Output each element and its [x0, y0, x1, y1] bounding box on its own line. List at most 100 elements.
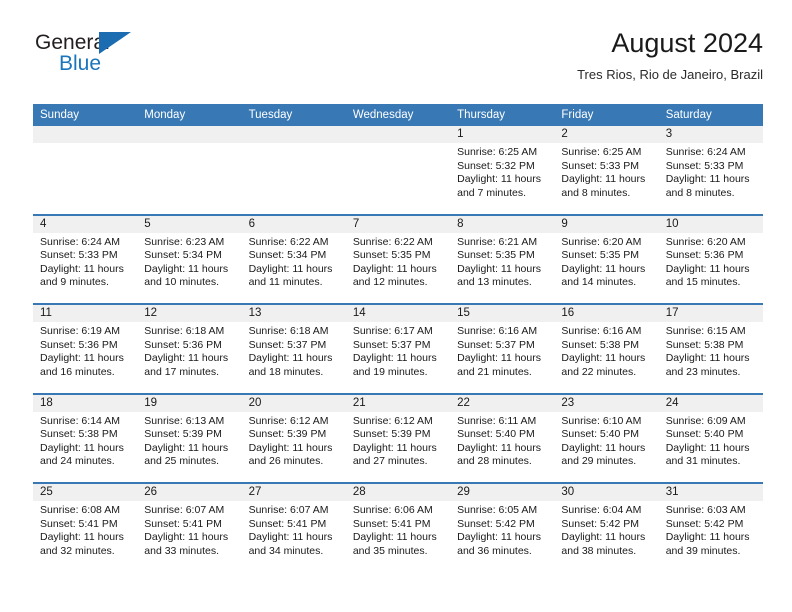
sunrise-text: Sunrise: 6:14 AM — [40, 414, 120, 427]
sunset-text: Sunset: 5:38 PM — [561, 338, 640, 351]
sunrise-text: Sunrise: 6:25 AM — [561, 146, 642, 158]
day-details: Sunrise: 6:23 AM Sunset: 5:34 PM Daylight:… — [137, 233, 241, 290]
day-details: Sunrise: 6:03 AM Sunset: 5:42 PM Daylight:… — [659, 501, 763, 558]
sunrise-text: Sunrise: 6:04 AM — [561, 504, 642, 516]
daylight-text: Daylight: 11 hours and 35 minutes. — [352, 531, 437, 557]
day-number: 13 — [241, 305, 346, 322]
day-number: 20 — [241, 394, 346, 412]
daylight-text: Daylight: 11 hours and 22 minutes. — [561, 352, 646, 378]
day-number: 12 — [137, 305, 242, 322]
sunrise-text: Sunrise: 6:16 AM — [561, 325, 642, 337]
calendar-day-cell[interactable]: 17 Sunrise: 6:15 AM Sunset: 5:38 PM Dayligh… — [658, 305, 763, 393]
sunset-text: Sunset: 5:40 PM — [665, 428, 744, 441]
sunset-text: Sunset: 5:40 PM — [457, 428, 535, 441]
sunrise-text: Sunrise: 6:10 AM — [561, 414, 642, 427]
calendar-day-cell[interactable]: 26 Sunrise: 6:07 AM Sunset: 5:41 PM Dayligh… — [137, 484, 242, 574]
calendar-day-cell[interactable]: 31 Sunrise: 6:03 AM Sunset: 5:42 PM Dayligh… — [658, 484, 763, 574]
day-details: Sunrise: 6:22 AM Sunset: 5:35 PM Daylight:… — [346, 233, 450, 290]
daylight-text: Daylight: 11 hours and 18 minutes. — [248, 352, 333, 378]
sunrise-text: Sunrise: 6:07 AM — [248, 504, 329, 516]
day-details: Sunrise: 6:18 AM Sunset: 5:36 PM Daylight:… — [137, 322, 241, 379]
calendar-day-cell[interactable]: 4 Sunrise: 6:24 AM Sunset: 5:33 PM Daylight… — [33, 215, 138, 303]
calendar-day-cell[interactable]: 29 Sunrise: 6:05 AM Sunset: 5:42 PM Dayligh… — [450, 484, 555, 574]
daylight-text: Daylight: 11 hours and 31 minutes. — [665, 441, 750, 468]
logo-text-blue: Blue — [59, 52, 102, 75]
calendar-day-cell[interactable]: 25 Sunrise: 6:08 AM Sunset: 5:41 PM Dayligh… — [33, 484, 138, 574]
page-title: August 2024 — [611, 28, 763, 58]
calendar-day-cell[interactable]: 24 Sunrise: 6:09 AM Sunset: 5:40 PM Dayligh… — [658, 394, 763, 482]
calendar-day-cell[interactable]: 27 Sunrise: 6:07 AM Sunset: 5:41 PM Dayligh… — [241, 484, 346, 574]
daylight-text: Daylight: 11 hours and 38 minutes. — [561, 531, 646, 557]
sunrise-text: Sunrise: 6:22 AM — [352, 235, 433, 248]
calendar-day-cell[interactable]: 30 Sunrise: 6:04 AM Sunset: 5:42 PM Dayligh… — [554, 484, 659, 574]
sunrise-text: Sunrise: 6:08 AM — [40, 504, 120, 516]
calendar-day-cell[interactable]: 2 Sunrise: 6:25 AM Sunset: 5:33 PM Daylight… — [554, 126, 659, 214]
sunset-text: Sunset: 5:33 PM — [561, 159, 640, 172]
calendar-day-cell[interactable]: 7 Sunrise: 6:22 AM Sunset: 5:35 PM Daylight… — [345, 215, 451, 303]
calendar-day-cell[interactable]: 5 Sunrise: 6:23 AM Sunset: 5:34 PM Daylight… — [137, 215, 242, 303]
daylight-text: Daylight: 11 hours and 13 minutes. — [457, 262, 541, 289]
daylight-text: Daylight: 11 hours and 12 minutes. — [352, 262, 437, 289]
calendar-grid: Sunday Monday Tuesday Wednesday Thursday… — [33, 104, 763, 574]
day-number: 25 — [33, 484, 138, 501]
day-number: 21 — [345, 394, 451, 412]
sunset-text: Sunset: 5:36 PM — [40, 338, 118, 351]
day-number: 28 — [345, 484, 451, 501]
day-details: Sunrise: 6:07 AM Sunset: 5:41 PM Daylight:… — [137, 501, 241, 558]
day-details: Sunrise: 6:20 AM Sunset: 5:35 PM Daylight:… — [554, 233, 658, 290]
calendar-day-cell[interactable]: 14 Sunrise: 6:17 AM Sunset: 5:37 PM Dayligh… — [345, 305, 451, 393]
calendar-day-cell[interactable]: 22 Sunrise: 6:11 AM Sunset: 5:40 PM Dayligh… — [450, 394, 555, 482]
calendar-day-cell[interactable]: 11 Sunrise: 6:19 AM Sunset: 5:36 PM Dayligh… — [33, 305, 138, 393]
calendar-day-cell[interactable]: 21 Sunrise: 6:12 AM Sunset: 5:39 PM Dayligh… — [345, 394, 451, 482]
triangle-flag-icon — [99, 32, 131, 54]
day-details: Sunrise: 6:25 AM Sunset: 5:32 PM Daylight:… — [450, 143, 554, 200]
daylight-text: Daylight: 11 hours and 7 minutes. — [457, 173, 541, 199]
calendar-day-cell[interactable]: 13 Sunrise: 6:18 AM Sunset: 5:37 PM Dayligh… — [241, 305, 346, 393]
weekday-header-wednesday: Wednesday — [352, 109, 414, 121]
day-number: 10 — [658, 215, 763, 233]
calendar-day-cell[interactable]: 3 Sunrise: 6:24 AM Sunset: 5:33 PM Daylight… — [658, 126, 763, 214]
sunset-text: Sunset: 5:39 PM — [144, 428, 222, 441]
day-number: 23 — [554, 394, 659, 412]
weekday-header-sunday: Sunday — [40, 109, 80, 121]
sunrise-text: Sunrise: 6:19 AM — [40, 325, 120, 337]
calendar-day-cell[interactable]: 23 Sunrise: 6:10 AM Sunset: 5:40 PM Dayligh… — [554, 394, 659, 482]
daylight-text: Daylight: 11 hours and 16 minutes. — [40, 352, 124, 378]
daylight-text: Daylight: 11 hours and 8 minutes. — [561, 173, 646, 199]
calendar-day-cell[interactable]: 6 Sunrise: 6:22 AM Sunset: 5:34 PM Daylight… — [241, 215, 346, 303]
calendar-day-cell[interactable]: 20 Sunrise: 6:12 AM Sunset: 5:39 PM Dayligh… — [241, 394, 346, 482]
day-number: 4 — [33, 215, 138, 233]
daylight-text: Daylight: 11 hours and 33 minutes. — [144, 531, 229, 557]
calendar-day-cell[interactable]: 10 Sunrise: 6:20 AM Sunset: 5:36 PM Dayligh… — [658, 215, 763, 303]
calendar-day-cell[interactable]: 28 Sunrise: 6:06 AM Sunset: 5:41 PM Dayligh… — [345, 484, 451, 574]
sunrise-text: Sunrise: 6:25 AM — [457, 146, 538, 158]
calendar-day-cell[interactable]: 1 Sunrise: 6:25 AM Sunset: 5:32 PM Daylight… — [450, 126, 555, 214]
sunrise-text: Sunrise: 6:09 AM — [665, 414, 746, 427]
calendar-day-cell[interactable]: 16 Sunrise: 6:16 AM Sunset: 5:38 PM Dayligh… — [554, 305, 659, 393]
day-number — [33, 126, 138, 143]
sunset-text: Sunset: 5:41 PM — [352, 517, 431, 530]
day-number: 31 — [658, 484, 763, 501]
daylight-text: Daylight: 11 hours and 39 minutes. — [665, 531, 750, 557]
day-number: 27 — [241, 484, 346, 501]
day-details: Sunrise: 6:21 AM Sunset: 5:35 PM Daylight:… — [450, 233, 554, 290]
daylight-text: Daylight: 11 hours and 24 minutes. — [40, 441, 124, 468]
sunrise-text: Sunrise: 6:06 AM — [352, 504, 433, 516]
calendar-day-cell[interactable]: 18 Sunrise: 6:14 AM Sunset: 5:38 PM Dayligh… — [33, 394, 138, 482]
daylight-text: Daylight: 11 hours and 36 minutes. — [457, 531, 541, 557]
calendar-week-row: 25 Sunrise: 6:08 AM Sunset: 5:41 PM Dayligh… — [33, 484, 763, 574]
calendar-day-cell[interactable]: 19 Sunrise: 6:13 AM Sunset: 5:39 PM Dayligh… — [137, 394, 242, 482]
calendar-weeks: 1 Sunrise: 6:25 AM Sunset: 5:32 PM Daylight… — [33, 126, 763, 574]
calendar-day-cell[interactable]: 8 Sunrise: 6:21 AM Sunset: 5:35 PM Daylight… — [450, 215, 555, 303]
day-details: Sunrise: 6:09 AM Sunset: 5:40 PM Daylight:… — [659, 412, 763, 469]
daylight-text: Daylight: 11 hours and 11 minutes. — [248, 262, 333, 289]
sunset-text: Sunset: 5:33 PM — [40, 249, 118, 262]
calendar-day-cell[interactable]: 12 Sunrise: 6:18 AM Sunset: 5:36 PM Dayligh… — [137, 305, 242, 393]
sunrise-text: Sunrise: 6:15 AM — [665, 325, 746, 337]
general-blue-logo[interactable]: General Blue — [33, 28, 273, 88]
calendar-day-cell[interactable]: 15 Sunrise: 6:16 AM Sunset: 5:37 PM Dayligh… — [450, 305, 555, 393]
daylight-text: Daylight: 11 hours and 29 minutes. — [561, 441, 646, 468]
calendar-week-row: 11 Sunrise: 6:19 AM Sunset: 5:36 PM Dayligh… — [33, 305, 763, 395]
calendar-day-cell[interactable]: 9 Sunrise: 6:20 AM Sunset: 5:35 PM Daylight… — [554, 215, 659, 303]
weekday-header-saturday: Saturday — [665, 109, 712, 121]
